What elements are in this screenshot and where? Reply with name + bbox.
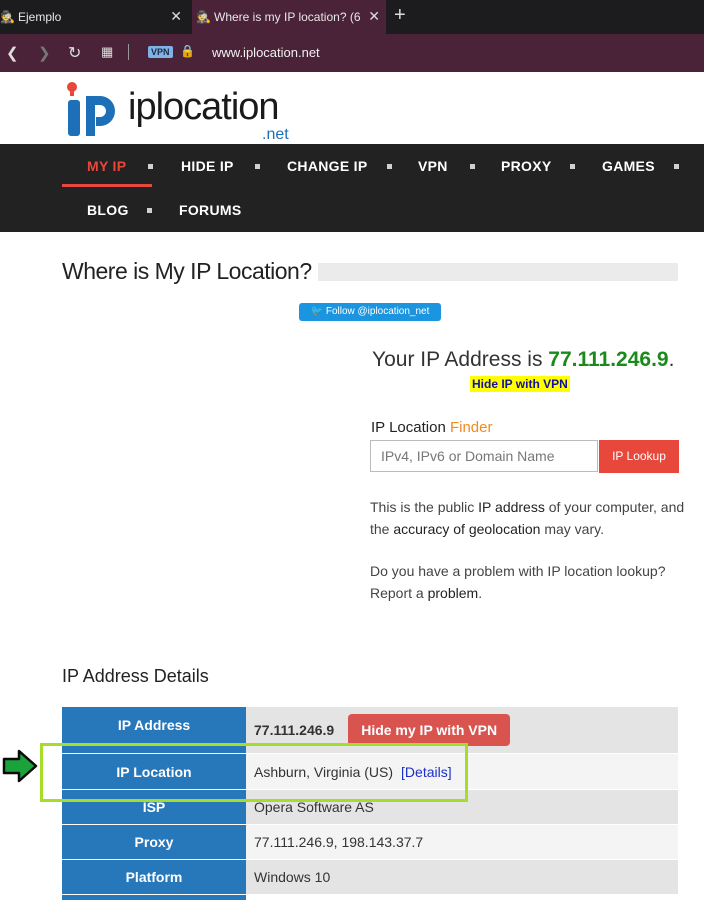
ip-address-link[interactable]: IP address: [478, 499, 545, 515]
tab-title: Ejemplo: [18, 10, 62, 24]
row-value: Windows 10: [246, 860, 678, 894]
nav-active-underline: [62, 184, 152, 187]
finder-label-text: IP Location: [371, 419, 450, 436]
logo-text: iplocation: [128, 86, 280, 128]
table-row: Proxy 77.111.246.9, 198.143.37.7: [62, 825, 678, 859]
reload-icon[interactable]: ↻: [68, 43, 81, 63]
text: This is the public: [370, 499, 479, 515]
ip-lookup-button[interactable]: IP Lookup: [599, 440, 679, 473]
arrow-right-icon: [2, 748, 38, 789]
ip-details-heading: IP Address Details: [62, 666, 209, 686]
forward-icon[interactable]: ❯: [38, 44, 51, 62]
twitter-icon: 🐦: [310, 306, 324, 317]
nav-separator: [148, 164, 153, 169]
nav-blog[interactable]: BLOG: [87, 202, 129, 218]
nav-forums[interactable]: FORUMS: [179, 202, 241, 218]
nav-change-ip[interactable]: CHANGE IP: [287, 158, 368, 174]
highlight-box: [40, 743, 468, 802]
lock-icon[interactable]: 🔒: [180, 44, 195, 58]
geolocation-accuracy-link[interactable]: accuracy of geolocation: [393, 521, 540, 537]
finder-label: IP Location Finder: [371, 419, 492, 436]
divider: [128, 44, 129, 60]
ip-address-value: 77.111.246.9: [548, 348, 669, 371]
row-label: Proxy: [62, 825, 246, 859]
back-icon[interactable]: ❮: [6, 44, 19, 62]
table-row: Platform Windows 10: [62, 860, 678, 894]
incognito-icon: 🕵: [196, 10, 211, 24]
incognito-icon: 🕵: [0, 10, 15, 24]
row-label: Platform: [62, 860, 246, 894]
nav-separator: [470, 164, 475, 169]
table-row-partial: [62, 895, 246, 900]
row-value: 77.111.246.9: [254, 722, 335, 738]
nav-games[interactable]: GAMES: [602, 158, 655, 174]
row-value: 77.111.246.9, 198.143.37.7: [246, 825, 678, 859]
nav-separator: [570, 164, 575, 169]
page-title: Where is My IP Location?: [62, 258, 312, 284]
ip-lookup-input[interactable]: IPv4, IPv6 or Domain Name: [370, 440, 598, 472]
hide-ip-vpn-link[interactable]: Hide IP with VPN: [470, 376, 570, 392]
your-ip-prefix: Your IP Address is: [372, 348, 549, 371]
ad-placeholder: [318, 263, 678, 281]
new-tab-icon[interactable]: +: [394, 4, 406, 27]
problem-link[interactable]: problem: [428, 585, 479, 601]
tab-iplocation[interactable]: 🕵 Where is my IP location? (6 ✕: [192, 0, 386, 34]
tab-ejemplo[interactable]: 🕵 Ejemplo ✕: [0, 0, 188, 34]
nav-separator: [255, 164, 260, 169]
info-paragraph: This is the public IP address of your co…: [370, 496, 690, 540]
text: .: [478, 585, 483, 601]
nav-separator: [387, 164, 392, 169]
text: may vary.: [540, 521, 604, 537]
nav-separator: [147, 208, 152, 213]
close-tab-icon[interactable]: ✕: [368, 8, 380, 25]
tab-title: Where is my IP location? (6: [214, 10, 361, 24]
url-input[interactable]: www.iplocation.net: [212, 45, 320, 60]
text: Do you have a problem with IP location l…: [370, 563, 666, 601]
vpn-badge[interactable]: VPN: [148, 46, 173, 58]
your-ip-suffix: .: [668, 348, 675, 371]
nav-vpn[interactable]: VPN: [418, 158, 448, 174]
twitter-follow-button[interactable]: 🐦 Follow @iplocation_net: [299, 303, 441, 321]
nav-my-ip[interactable]: MY IP: [87, 158, 126, 174]
report-paragraph: Do you have a problem with IP location l…: [370, 560, 690, 604]
logo-suffix: .net: [262, 126, 289, 143]
hide-my-ip-button[interactable]: Hide my IP with VPN: [348, 714, 511, 746]
grid-icon[interactable]: ▦: [101, 44, 113, 60]
close-tab-icon[interactable]: ✕: [170, 8, 182, 25]
twitter-follow-label: Follow @iplocation_net: [325, 306, 430, 317]
your-ip-heading: Your IP Address is 77.111.246.9.: [372, 348, 674, 372]
nav-hide-ip[interactable]: HIDE IP: [181, 158, 234, 174]
nav-proxy[interactable]: PROXY: [501, 158, 552, 174]
nav-separator: [674, 164, 679, 169]
finder-label-accent: Finder: [449, 419, 493, 436]
